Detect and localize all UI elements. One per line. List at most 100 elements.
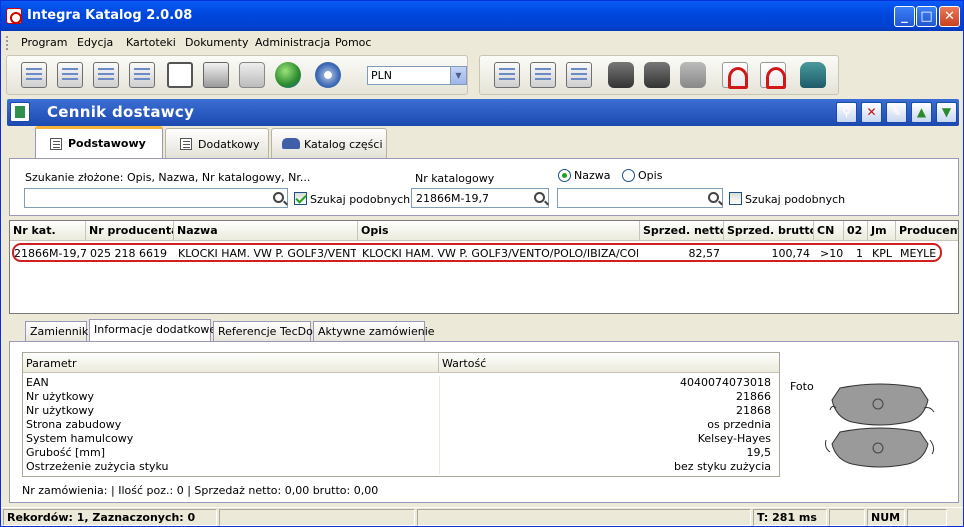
parameters-table: Parametr Wartość EAN 4040074073018 Nr uży…: [22, 352, 780, 477]
menu-grip: [6, 36, 9, 50]
table-row[interactable]: EAN 4040074073018: [23, 376, 779, 390]
table-row[interactable]: Ostrzeżenie zużycia styku bez styku zużyc…: [23, 460, 779, 474]
search-tool-icon[interactable]: ⚲: [836, 102, 857, 123]
camera-icon[interactable]: [608, 62, 634, 88]
secondary-toolbar: [479, 55, 839, 95]
document-edit-icon[interactable]: [93, 62, 119, 88]
currency-select[interactable]: PLN ▼: [367, 66, 467, 85]
col-opis[interactable]: Opis: [358, 221, 640, 241]
col-producent[interactable]: Producent: [896, 221, 958, 241]
name-search-input[interactable]: [557, 188, 723, 208]
currency-value: PLN: [371, 69, 392, 82]
printer-icon[interactable]: [203, 62, 229, 88]
param-name: Strona zabudowy: [26, 418, 122, 431]
similar-checkbox[interactable]: [294, 192, 307, 205]
brake-pads-image-icon: [825, 383, 935, 468]
tab-label: Dodatkowy: [198, 138, 260, 151]
pdf-export-icon[interactable]: [760, 62, 786, 89]
status-bar: Rekordów: 1, Zaznaczonych: 0 T: 281 ms N…: [1, 507, 963, 526]
catalog-number-input[interactable]: 21866M-19,7: [411, 188, 549, 208]
document-truck-icon[interactable]: [530, 62, 556, 88]
col-nr-kat[interactable]: Nr kat.: [10, 221, 86, 241]
cart-icon[interactable]: [167, 62, 193, 88]
time-indicator: T: 281 ms: [753, 509, 827, 526]
menu-pomoc[interactable]: Pomoc: [335, 36, 371, 49]
param-value: bez styku zużycia: [674, 460, 771, 473]
camera-disabled-icon[interactable]: [680, 62, 706, 88]
document-z-icon[interactable]: [57, 62, 83, 88]
param-name: Ostrzeżenie zużycia styku: [26, 460, 169, 473]
cell-02: 1: [856, 247, 863, 260]
upload-icon[interactable]: ▲: [911, 102, 932, 123]
car-icon: [282, 138, 300, 149]
col-sprzed-brutto[interactable]: Sprzed. brutto: [724, 221, 814, 241]
param-value: 19,5: [746, 446, 772, 459]
menu-program[interactable]: Program: [21, 36, 67, 49]
photo-label: Foto: [790, 380, 814, 393]
table-row[interactable]: Nr użytkowy 21868: [23, 404, 779, 418]
param-value: Kelsey-Hayes: [697, 432, 771, 445]
brake-pad-photo[interactable]: [818, 378, 942, 474]
combined-search-input[interactable]: [24, 188, 288, 208]
similar2-label: Szukaj podobnych: [745, 193, 846, 206]
radio-nazwa-label: Nazwa: [574, 169, 611, 182]
car-info-icon[interactable]: [800, 62, 826, 88]
search-icon[interactable]: [708, 192, 719, 203]
tab-dodatkowy[interactable]: Dodatkowy: [165, 128, 269, 158]
chevron-down-icon[interactable]: ▼: [450, 67, 466, 84]
window-title: Integra Katalog 2.0.08: [27, 8, 193, 23]
menu-bar: Program Edycja Kartoteki Dokumenty Admin…: [1, 32, 963, 54]
globe-icon[interactable]: [275, 62, 301, 88]
radio-opis-label: Opis: [638, 169, 663, 182]
tab-referencje-tecdoc[interactable]: Referencje TecDoc: [213, 321, 319, 341]
grid-header: Nr kat. Nr producenta Nazwa Opis Sprzed.…: [10, 221, 958, 241]
menu-dokumenty[interactable]: Dokumenty: [185, 36, 248, 49]
tab-podstawowy[interactable]: Podstawowy: [35, 126, 163, 159]
app-window: Integra Katalog 2.0.08 _ □ ✕ Program Edy…: [0, 0, 964, 527]
z-tool-icon[interactable]: [239, 62, 265, 88]
cell-producent: MEYLE: [900, 247, 937, 260]
col-nazwa[interactable]: Nazwa: [174, 221, 358, 241]
menu-administracja[interactable]: Administracja: [255, 36, 330, 49]
tab-katalog-czesci[interactable]: Katalog części: [271, 128, 387, 158]
param-name: Grubość [mm]: [26, 446, 106, 459]
param-name: System hamulcowy: [26, 432, 134, 445]
pdf-settings-icon[interactable]: [722, 62, 748, 89]
delete-tool-icon[interactable]: ✕: [861, 102, 882, 123]
download-icon[interactable]: ▼: [936, 102, 957, 123]
tab-zamienniki[interactable]: Zamienniki: [25, 321, 91, 341]
title-bar: Integra Katalog 2.0.08 _ □ ✕: [1, 1, 963, 31]
radio-nazwa[interactable]: [558, 169, 571, 182]
radio-opis[interactable]: [622, 169, 635, 182]
close-button[interactable]: ✕: [939, 6, 960, 27]
document-bz-icon[interactable]: [129, 62, 155, 88]
similar2-checkbox[interactable]: [729, 192, 742, 205]
tab-aktywne-zamowienie[interactable]: Aktywne zamówienie: [313, 321, 435, 341]
maximize-button[interactable]: □: [916, 6, 937, 27]
search-icon[interactable]: [273, 192, 284, 203]
document-search-icon[interactable]: [21, 62, 47, 88]
col-nr-producenta[interactable]: Nr producenta: [86, 221, 174, 241]
status-empty-1: [219, 509, 415, 526]
search-icon[interactable]: [534, 192, 545, 203]
col-sprzed-netto[interactable]: Sprzed. netto: [640, 221, 724, 241]
tab-informacje-dodatkowe[interactable]: Informacje dodatkowe: [89, 319, 216, 341]
detail-tabs: Zamienniki Informacje dodatkowe Referenc…: [9, 319, 959, 341]
menu-edycja[interactable]: Edycja: [77, 36, 113, 49]
minimize-button[interactable]: _: [894, 6, 915, 27]
app-logo-icon: [6, 8, 22, 24]
document-settings-icon[interactable]: [566, 62, 592, 88]
table-row[interactable]: System hamulcowy Kelsey-Hayes: [23, 432, 779, 446]
param-value: 21868: [736, 404, 771, 417]
table-row[interactable]: Nr użytkowy 21866: [23, 390, 779, 404]
edit-tool-icon[interactable]: ✎: [886, 102, 907, 123]
document-car-icon[interactable]: [494, 62, 520, 88]
col-02[interactable]: 02: [844, 221, 868, 241]
table-row[interactable]: Grubość [mm] 19,5: [23, 446, 779, 460]
col-jm[interactable]: Jm: [868, 221, 896, 241]
settings-gear-icon[interactable]: [315, 62, 341, 88]
table-row[interactable]: Strona zabudowy os przednia: [23, 418, 779, 432]
col-cn[interactable]: CN: [814, 221, 844, 241]
menu-kartoteki[interactable]: Kartoteki: [126, 36, 176, 49]
camera-refresh-icon[interactable]: [644, 62, 670, 88]
